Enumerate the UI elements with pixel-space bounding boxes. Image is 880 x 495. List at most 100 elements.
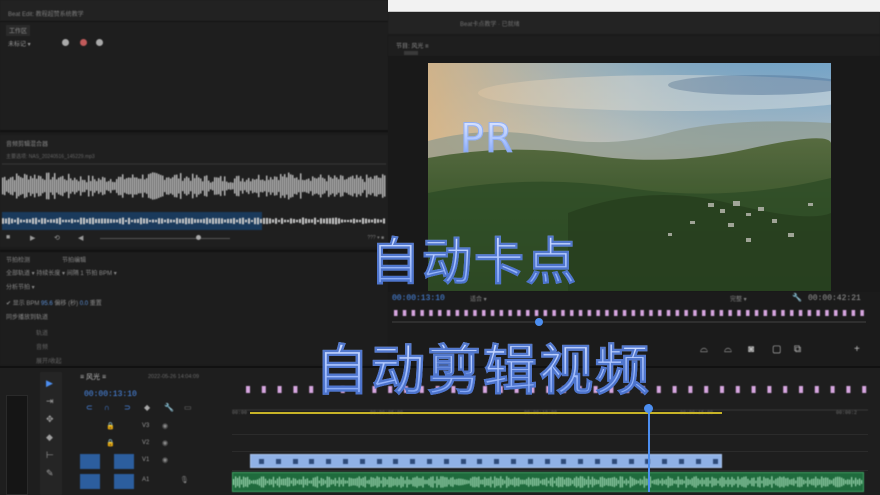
timeline-beat-marker[interactable]: [846, 386, 851, 393]
beat-marker[interactable]: [622, 310, 627, 316]
track-select-icon[interactable]: ⇥: [46, 396, 54, 407]
beat-marker[interactable]: [578, 310, 583, 316]
volume-icon[interactable]: ◀: [78, 234, 83, 242]
beat-marker[interactable]: [860, 310, 864, 316]
add-marker-icon[interactable]: ◆: [144, 403, 150, 412]
reset-button[interactable]: 重置: [90, 301, 102, 307]
beat-marker[interactable]: [552, 310, 556, 316]
track-target[interactable]: [114, 454, 134, 469]
sync-row[interactable]: 同步播放到轨道: [6, 312, 48, 321]
beat-marker[interactable]: [772, 310, 776, 316]
beat-marker[interactable]: [684, 310, 688, 316]
beat-marker[interactable]: [411, 310, 416, 316]
audio-mini-waveform[interactable]: [2, 212, 386, 230]
timeline-beat-marker[interactable]: [830, 386, 835, 393]
beat-marker[interactable]: [658, 310, 662, 316]
lift-icon[interactable]: ⌓: [700, 344, 708, 355]
beat-marker[interactable]: [605, 310, 609, 316]
source-patch[interactable]: [80, 454, 100, 469]
beat-marker[interactable]: [464, 310, 468, 316]
beat-marker[interactable]: [499, 310, 504, 316]
options-row[interactable]: 全部轨道 ▾ 持续长度 ▾ 间隔 1 节拍 BPM ▾: [6, 268, 117, 277]
beat-marker[interactable]: [543, 310, 548, 316]
timeline-beat-marker[interactable]: [277, 386, 282, 393]
workspace-tab[interactable]: 工作区: [6, 25, 31, 36]
beat-marker[interactable]: [842, 310, 847, 316]
play-icon[interactable]: ▶: [30, 234, 35, 242]
beat-marker[interactable]: [763, 310, 768, 316]
beat-marker[interactable]: [631, 310, 636, 316]
timeline-beat-marker[interactable]: [293, 386, 298, 393]
beat-marker[interactable]: [394, 310, 398, 316]
beat-marker[interactable]: [728, 310, 732, 316]
snap-icon[interactable]: ∩: [104, 403, 110, 412]
beat-marker[interactable]: [561, 310, 565, 316]
preset-dropdown[interactable]: 未标记 ▾: [8, 39, 31, 48]
timeline-timecode[interactable]: 00:00:13:10: [84, 390, 137, 399]
beat-marker[interactable]: [710, 310, 715, 316]
beat-marker[interactable]: [781, 310, 785, 316]
beat-marker[interactable]: [455, 310, 460, 316]
show-checkbox[interactable]: ✔ 显示 BPM: [6, 301, 39, 307]
shield-icon[interactable]: [62, 39, 69, 46]
beat-marker[interactable]: [754, 310, 759, 316]
beat-marker[interactable]: [675, 310, 680, 316]
beat-marker[interactable]: [438, 310, 442, 316]
compare-icon[interactable]: ⧉: [794, 344, 801, 355]
timeline-beat-marker[interactable]: [862, 386, 867, 393]
timeline-beat-marker[interactable]: [672, 386, 677, 393]
timeline-playhead[interactable]: [648, 404, 650, 492]
zoom-slider[interactable]: [100, 238, 230, 239]
beat-marker[interactable]: [570, 310, 574, 316]
lock-icon[interactable]: 🔒: [106, 439, 115, 447]
program-monitor-tab[interactable]: 节目: 风光 ≡: [388, 36, 880, 56]
beat-marker[interactable]: [816, 310, 820, 316]
timeline-beat-marker[interactable]: [814, 386, 819, 393]
stop-icon[interactable]: ■: [6, 234, 10, 241]
timeline-playhead-handle[interactable]: [644, 404, 653, 413]
tab-beat-detect[interactable]: 节拍检测: [6, 255, 30, 264]
beat-marker[interactable]: [482, 310, 486, 316]
offset-value[interactable]: 0.0: [80, 301, 88, 307]
timeline-beat-marker[interactable]: [688, 386, 693, 393]
beat-marker[interactable]: [649, 310, 653, 316]
expand-row[interactable]: 展开/收起: [36, 356, 62, 365]
beat-marker[interactable]: [420, 310, 424, 316]
timeline-beat-marker[interactable]: [309, 386, 314, 393]
timeline-beat-marker[interactable]: [656, 386, 661, 393]
beat-marker[interactable]: [693, 310, 697, 316]
loop-icon[interactable]: ⟲: [54, 234, 60, 242]
beat-marker[interactable]: [587, 310, 592, 316]
lock-icon[interactable]: 🔒: [106, 422, 115, 430]
beat-marker[interactable]: [807, 310, 812, 316]
extract-icon[interactable]: ⌓: [724, 344, 732, 355]
beat-marker[interactable]: [490, 310, 495, 316]
beat-marker[interactable]: [798, 310, 803, 316]
timeline-beat-marker[interactable]: [751, 386, 756, 393]
program-label[interactable]: 节目: 风光 ≡: [396, 41, 429, 50]
beat-marker[interactable]: [402, 310, 407, 316]
beat-marker[interactable]: [790, 310, 794, 316]
beat-marker[interactable]: [737, 310, 741, 316]
pen-icon[interactable]: ✎: [46, 468, 54, 479]
timeline-beat-marker[interactable]: [735, 386, 740, 393]
beat-marker[interactable]: [446, 310, 451, 316]
video-clip-track[interactable]: [250, 454, 722, 468]
playhead-timecode[interactable]: 00:00:13:10: [392, 294, 445, 303]
selection-tool-icon[interactable]: ▶: [46, 378, 53, 389]
linked-selection-icon[interactable]: ⊃: [124, 403, 131, 412]
track-target[interactable]: [114, 474, 134, 489]
eye-icon[interactable]: ◉: [162, 456, 168, 464]
beat-marker[interactable]: [508, 310, 512, 316]
analyze-row[interactable]: 分析节拍 ▾: [6, 282, 35, 291]
work-area-bar[interactable]: [250, 412, 722, 414]
beat-marker[interactable]: [702, 310, 706, 316]
camera-icon[interactable]: ◙: [748, 344, 754, 355]
settings-wrench-icon[interactable]: 🔧: [164, 403, 174, 412]
beat-marker[interactable]: [851, 310, 856, 316]
beat-marker[interactable]: [517, 310, 521, 316]
audio-clip-track[interactable]: [232, 472, 864, 492]
eye-icon[interactable]: ◉: [162, 422, 168, 430]
record-icon[interactable]: [80, 39, 87, 46]
tab-beat-edit[interactable]: 节拍编辑: [62, 255, 86, 264]
